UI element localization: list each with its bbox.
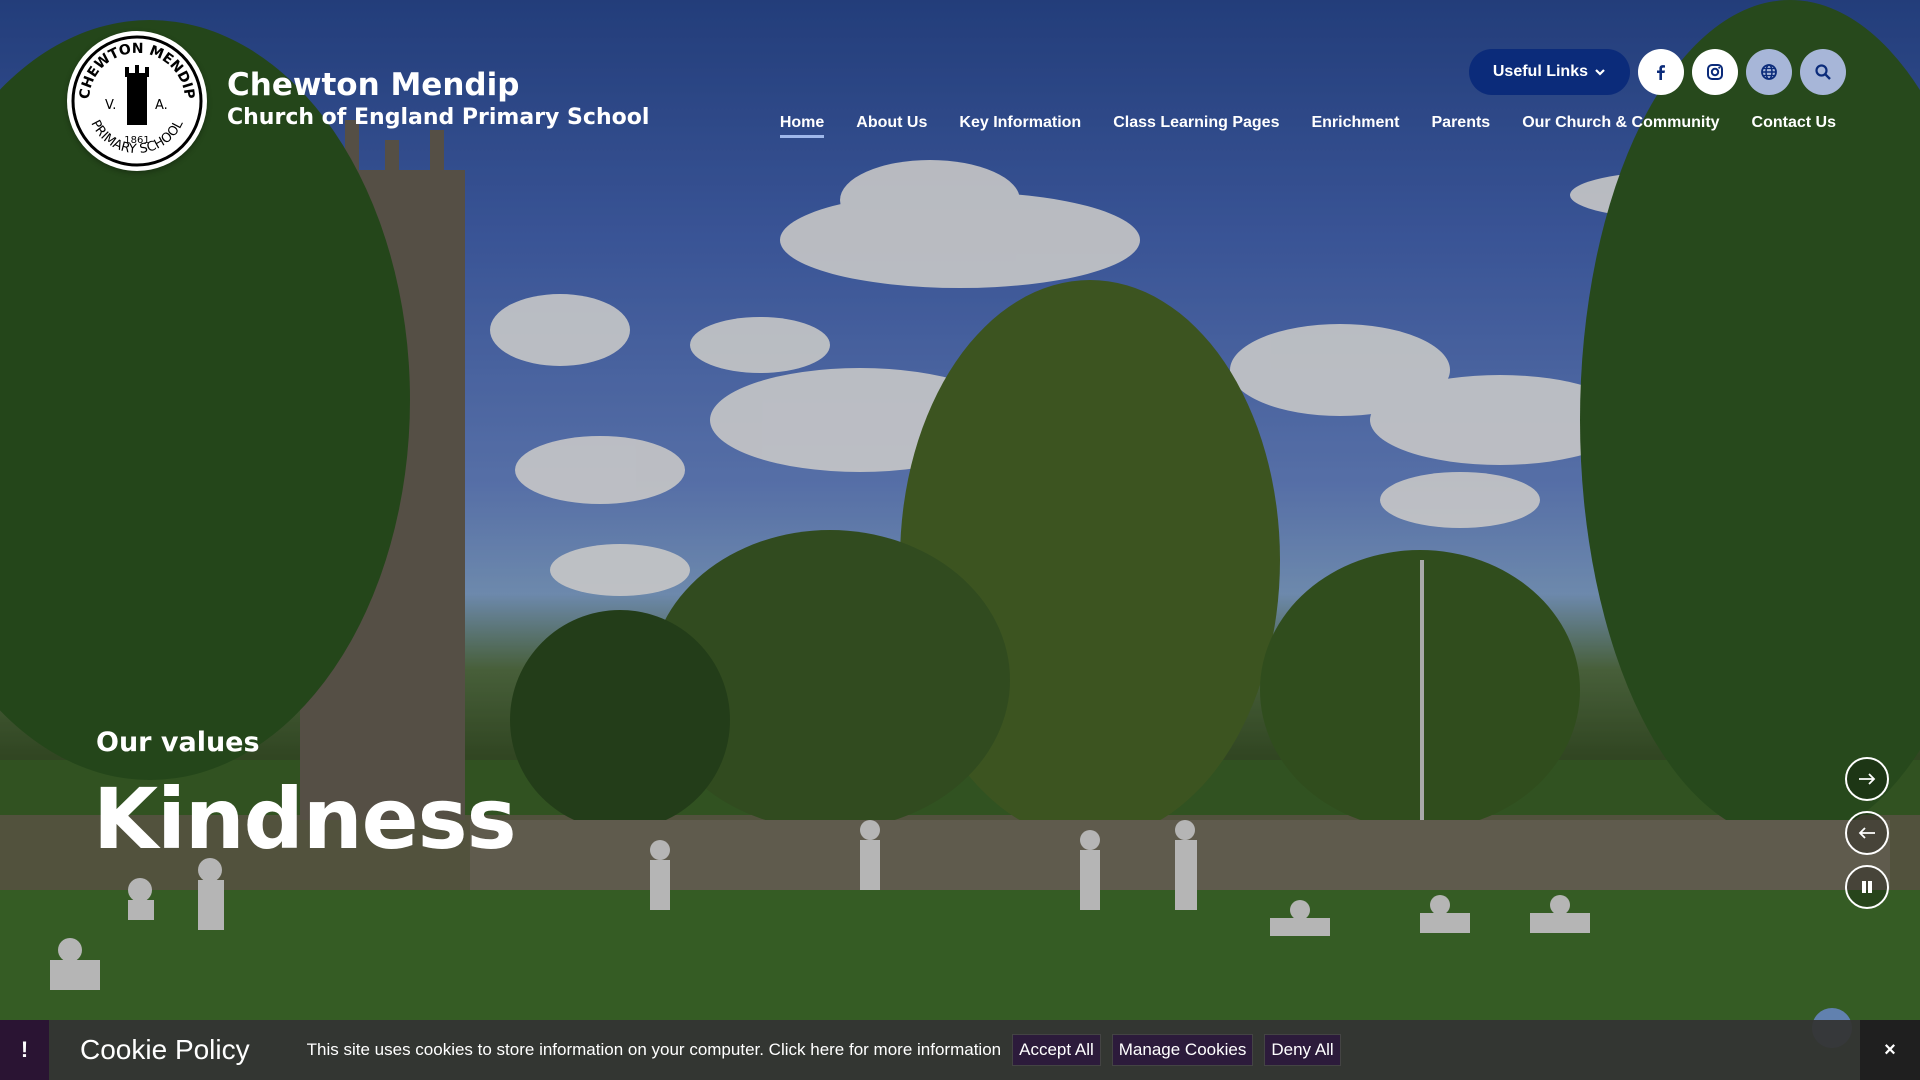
pause-icon: [1862, 881, 1872, 893]
nav-item-key-information[interactable]: Key Information: [959, 114, 1081, 138]
facebook-button[interactable]: [1638, 49, 1684, 95]
alert-icon: !: [0, 1020, 49, 1080]
slide-pause-button[interactable]: [1845, 865, 1889, 909]
nav-item-about-us[interactable]: About Us: [856, 114, 927, 138]
deny-all-button[interactable]: Deny All: [1264, 1034, 1341, 1066]
school-name-line2: Church of England Primary School: [227, 105, 650, 130]
school-name[interactable]: Chewton Mendip Church of England Primary…: [227, 70, 649, 129]
chevron-down-icon: [1595, 69, 1605, 76]
logo-text-right: A.: [155, 98, 168, 113]
nav-item-enrichment[interactable]: Enrichment: [1311, 114, 1399, 138]
accept-all-button[interactable]: Accept All: [1012, 1034, 1101, 1066]
logo-crest: CHEWTON MENDIP PRIMARY SCHOOL V. A. 1861: [71, 35, 203, 167]
instagram-icon: [1707, 64, 1723, 80]
nav-item-our-church-community[interactable]: Our Church & Community: [1522, 114, 1719, 138]
main-nav: Home About Us Key Information Class Lear…: [779, 114, 1836, 138]
school-logo[interactable]: CHEWTON MENDIP PRIMARY SCHOOL V. A. 1861: [67, 31, 207, 171]
slide-caption-title: Kindness: [93, 770, 517, 868]
cookie-banner: ! Cookie Policy This site uses cookies t…: [0, 1020, 1920, 1080]
prev-arrow-icon: [1858, 827, 1875, 839]
search-button[interactable]: [1800, 49, 1846, 95]
cookie-info-link[interactable]: This site uses cookies to store informat…: [307, 1040, 1001, 1060]
nav-item-parents[interactable]: Parents: [1432, 114, 1491, 138]
logo-text-left: V.: [105, 98, 116, 113]
useful-links-button[interactable]: Useful Links: [1468, 49, 1630, 95]
logo-year: 1861: [124, 135, 149, 146]
hero-overlay: [0, 0, 1920, 1080]
instagram-button[interactable]: [1692, 49, 1738, 95]
header-actions: Useful Links: [1468, 49, 1846, 95]
manage-cookies-button[interactable]: Manage Cookies: [1111, 1034, 1254, 1066]
nav-item-contact-us[interactable]: Contact Us: [1752, 114, 1836, 138]
useful-links-label: Useful Links: [1492, 63, 1588, 80]
hero-slideshow: [0, 0, 1920, 1080]
globe-icon: [1761, 64, 1777, 80]
cookie-title: Cookie Policy: [80, 1034, 250, 1065]
translate-button[interactable]: [1746, 49, 1792, 95]
search-icon: [1815, 64, 1831, 80]
slide-next-button[interactable]: [1845, 757, 1889, 801]
facebook-icon: [1657, 65, 1665, 80]
slide-caption-subtitle: Our values: [96, 727, 260, 758]
nav-item-home[interactable]: Home: [779, 114, 825, 138]
close-icon[interactable]: ×: [1860, 1020, 1920, 1080]
slide-prev-button[interactable]: [1845, 811, 1889, 855]
nav-item-class-learning-pages[interactable]: Class Learning Pages: [1113, 114, 1279, 138]
next-arrow-icon: [1859, 773, 1876, 785]
school-name-line1: Chewton Mendip: [227, 67, 520, 103]
